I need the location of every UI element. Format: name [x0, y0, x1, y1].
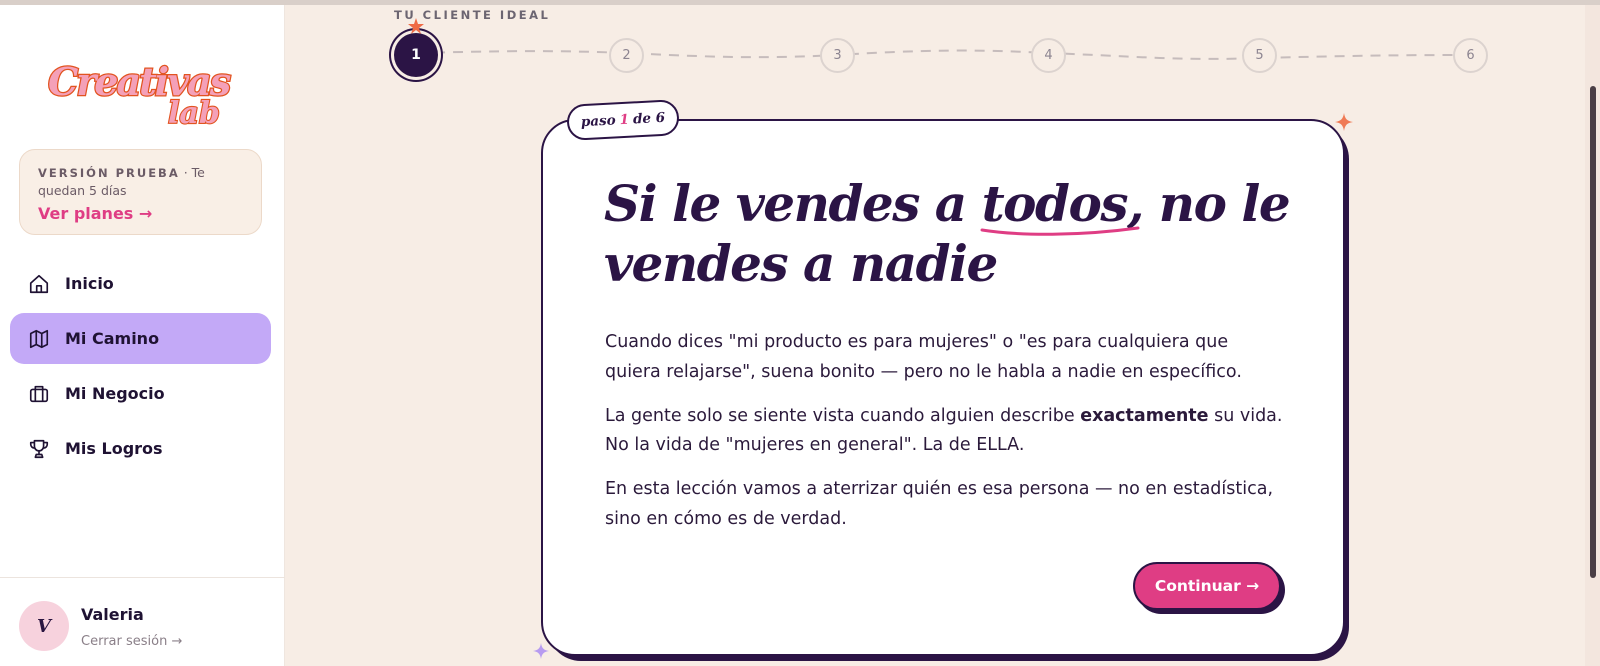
trial-banner: VERSIÓN PRUEBA · Te quedan 5 días Ver pl… [19, 149, 262, 235]
user-name: Valeria [81, 605, 144, 624]
logout-link[interactable]: Cerrar sesión → [81, 634, 182, 649]
divider [0, 577, 285, 578]
step-badge: paso 1 de 6 [566, 99, 680, 141]
trophy-icon [28, 438, 50, 460]
sidebar-item-label: Mi Negocio [65, 384, 165, 403]
sparkle-icon [533, 643, 549, 659]
lesson-paragraph: Cuando dices "mi producto es para mujere… [605, 332, 1242, 382]
sidebar-item-inicio[interactable]: Inicio [10, 258, 271, 309]
avatar[interactable]: V [19, 601, 69, 651]
step-6[interactable]: 6 [1453, 38, 1488, 73]
step-1[interactable]: 1 [394, 33, 438, 77]
lesson-body: Cuando dices "mi producto es para mujere… [605, 328, 1285, 549]
sidebar-item-mis-logros[interactable]: Mis Logros [10, 423, 271, 474]
trial-tag: VERSIÓN PRUEBA [38, 166, 180, 180]
map-icon [28, 328, 50, 350]
sidebar-item-label: Inicio [65, 274, 114, 293]
home-icon [28, 273, 50, 295]
briefcase-icon [28, 383, 50, 405]
sidebar-item-label: Mis Logros [65, 439, 163, 458]
underline-squiggle [980, 226, 1140, 236]
step-4[interactable]: 4 [1031, 38, 1066, 73]
continue-button[interactable]: Continuar → [1133, 562, 1281, 610]
sidebar-item-mi-negocio[interactable]: Mi Negocio [10, 368, 271, 419]
scrollbar-thumb[interactable] [1590, 86, 1596, 578]
sparkle-icon [1335, 113, 1353, 131]
emphasis: exactamente [1080, 405, 1209, 426]
step-badge-number: 1 [619, 111, 630, 129]
star-icon [408, 18, 424, 34]
lesson-paragraph: La gente solo se siente vista cuando alg… [605, 405, 1283, 456]
lesson-headline: Si le vendes a todos, no le vendes a nad… [604, 174, 1291, 293]
sidebar-item-label: Mi Camino [65, 329, 160, 348]
lesson-paragraph: En esta lección vamos a aterrizar quién … [605, 479, 1274, 529]
brand-logo[interactable]: Creativas lab [44, 53, 244, 128]
step-5[interactable]: 5 [1242, 38, 1277, 73]
progress-path [416, 49, 1471, 60]
sidebar: Creativas lab VERSIÓN PRUEBA · Te quedan… [0, 5, 285, 666]
headline-highlight: todos [980, 174, 1140, 236]
sidebar-item-mi-camino[interactable]: Mi Camino [10, 313, 271, 364]
logo-sub-wordmark: lab [168, 96, 220, 128]
step-3[interactable]: 3 [820, 38, 855, 73]
view-plans-link[interactable]: Ver planes → [38, 204, 243, 223]
step-2[interactable]: 2 [609, 38, 644, 73]
